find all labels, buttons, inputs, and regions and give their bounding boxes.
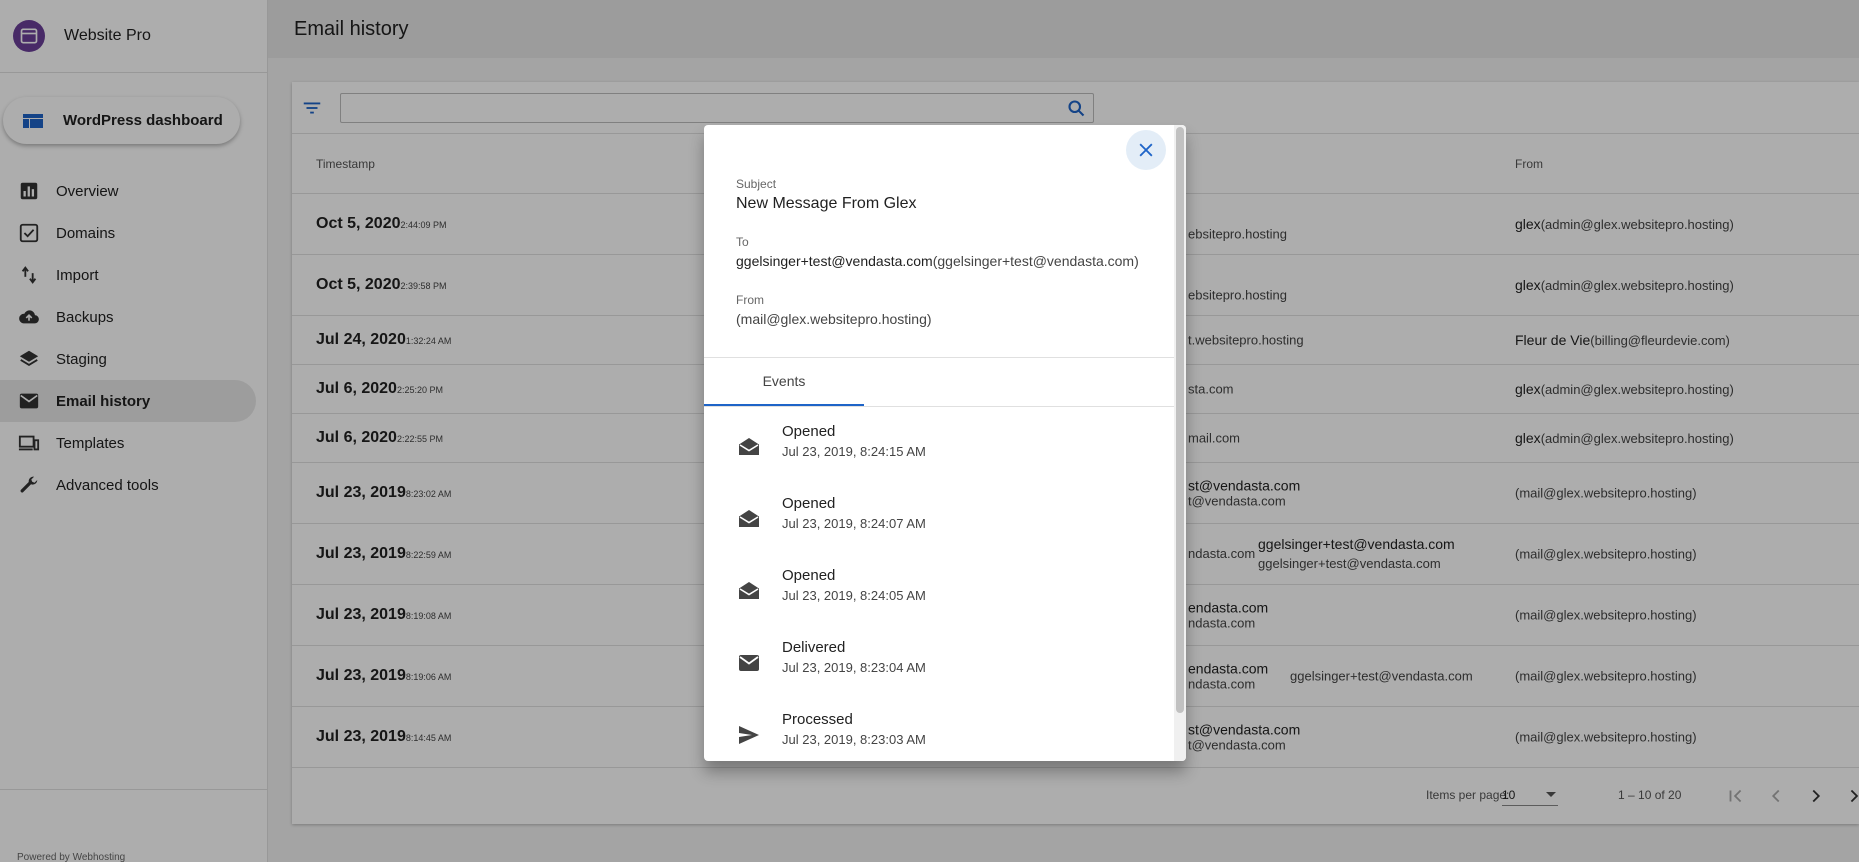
event-item: Delivered Jul 23, 2019, 8:23:04 AM [704, 631, 1174, 703]
mail-icon [739, 655, 759, 671]
scrollbar-thumb[interactable] [1176, 127, 1184, 713]
event-title: Opened [782, 423, 836, 440]
event-time: Jul 23, 2019, 8:24:15 AM [782, 444, 926, 459]
event-title: Opened [782, 495, 836, 512]
event-item: Opened Jul 23, 2019, 8:24:05 AM [704, 559, 1174, 631]
to-field: To ggelsinger+test@vendasta.com(ggelsing… [736, 235, 1139, 269]
from-label: From [736, 293, 764, 307]
tab-events[interactable]: Events [704, 358, 864, 406]
event-item: Processed Jul 23, 2019, 8:23:03 AM [704, 703, 1174, 761]
to-value: ggelsinger+test@vendasta.com(ggelsinger+… [736, 253, 1139, 269]
event-item: Opened Jul 23, 2019, 8:24:07 AM [704, 487, 1174, 559]
event-time: Jul 23, 2019, 8:24:07 AM [782, 516, 926, 531]
email-details-dialog: Subject New Message From Glex To ggelsin… [704, 125, 1186, 761]
close-button[interactable] [1126, 130, 1166, 170]
subject-field: Subject New Message From Glex [736, 177, 917, 213]
subject-value: New Message From Glex [736, 195, 917, 212]
event-time: Jul 23, 2019, 8:23:04 AM [782, 660, 926, 675]
divider [704, 406, 1174, 407]
to-email: (ggelsinger+test@vendasta.com) [932, 253, 1139, 269]
send-icon [739, 726, 759, 744]
to-name: ggelsinger+test@vendasta.com [736, 253, 933, 269]
close-icon [1139, 143, 1153, 157]
event-title: Delivered [782, 639, 846, 656]
event-time: Jul 23, 2019, 8:24:05 AM [782, 588, 926, 603]
drafts-icon [739, 510, 759, 527]
event-title: Opened [782, 567, 836, 584]
drafts-icon [739, 438, 759, 455]
from-field: From (mail@glex.websitepro.hosting) [736, 293, 932, 327]
from-value: (mail@glex.websitepro.hosting) [736, 311, 932, 327]
event-title: Processed [782, 711, 853, 728]
dialog-scrollbar[interactable] [1174, 125, 1186, 761]
subject-label: Subject [736, 177, 777, 191]
drafts-icon [739, 582, 759, 599]
event-time: Jul 23, 2019, 8:23:03 AM [782, 732, 926, 747]
to-label: To [736, 235, 749, 249]
event-item: Opened Jul 23, 2019, 8:24:15 AM [704, 415, 1174, 487]
